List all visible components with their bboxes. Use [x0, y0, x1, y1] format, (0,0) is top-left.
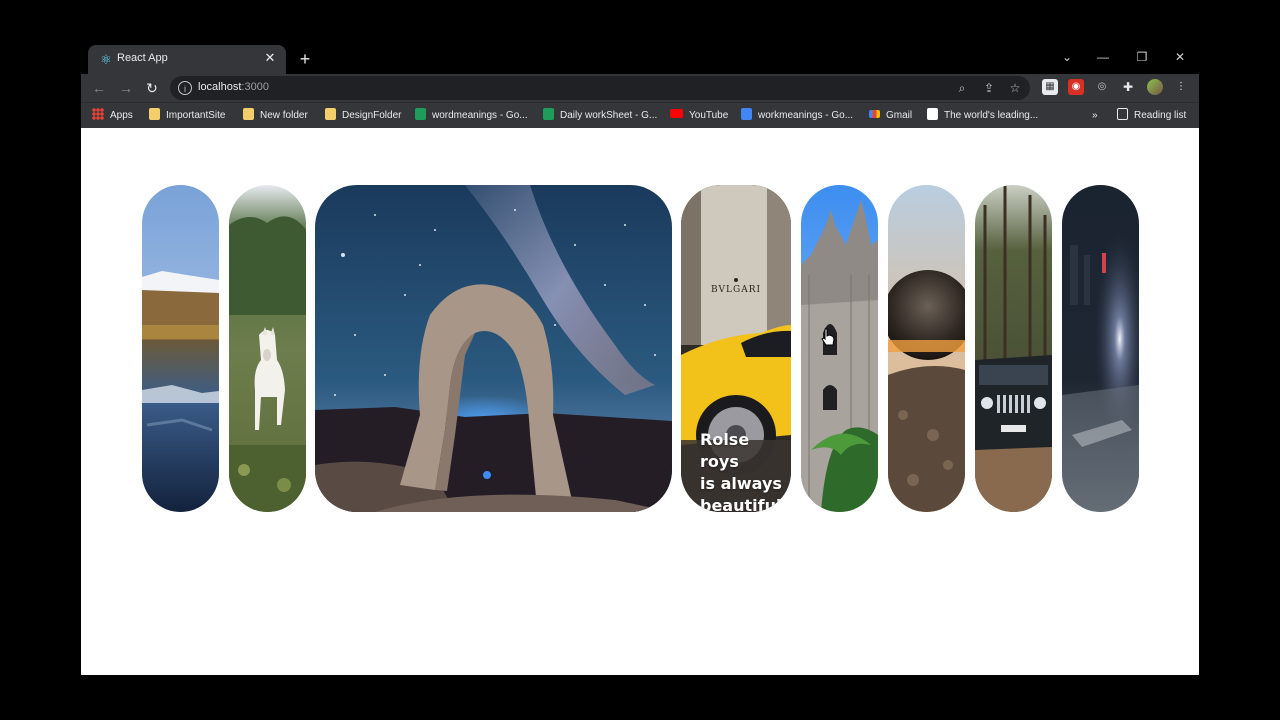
extension-target-icon[interactable]: ◎	[1094, 79, 1110, 95]
browser-toolbar: ← → ↻ i localhost:3000 ⌕ ⇪ ☆ ▦ ◉ ◎ ✚ ⋮	[81, 74, 1199, 102]
browser-window: ⚛ React App ✕ + ⌄ — ❐ ✕ ← → ↻ i localhos…	[81, 40, 1199, 675]
close-window-icon[interactable]: ✕	[1168, 48, 1192, 66]
forward-arrow-icon[interactable]: →	[116, 78, 136, 98]
crystal-ball-image	[888, 185, 965, 512]
milky-way-arch-image	[315, 185, 672, 512]
extension-red-icon[interactable]: ◉	[1068, 79, 1084, 95]
gallery-card-crystal-ball[interactable]	[888, 185, 965, 512]
restore-icon[interactable]: ❐	[1130, 48, 1154, 66]
bookmark-designfolder[interactable]: DesignFolder	[325, 108, 401, 124]
bookmark-star-icon[interactable]: ☆	[1006, 79, 1024, 97]
new-tab-button[interactable]: +	[295, 49, 315, 69]
sheets-icon	[543, 108, 554, 120]
tab-title: React App	[117, 52, 168, 64]
site-info-icon[interactable]: i	[178, 81, 192, 95]
lake-mountain-image	[142, 185, 219, 512]
bookmarks-bar: Apps ImportantSite New folder DesignFold…	[81, 102, 1199, 128]
bookmark-youtube[interactable]: YouTube	[670, 108, 728, 124]
hand-pointer-cursor-icon	[821, 328, 835, 346]
jeep-forest-image	[975, 185, 1052, 512]
close-tab-icon[interactable]: ✕	[262, 50, 278, 66]
bookmarks-overflow-button[interactable]: »	[1092, 108, 1098, 124]
extension-grid-icon[interactable]: ▦	[1042, 79, 1058, 95]
tab-strip: ⚛ React App ✕ + ⌄ — ❐ ✕	[81, 40, 1199, 74]
gallery-card-jeep-forest[interactable]	[975, 185, 1052, 512]
gallery-card-gothic-cathedral[interactable]	[801, 185, 878, 512]
react-logo-icon: ⚛	[100, 52, 112, 67]
reload-icon[interactable]: ↻	[142, 78, 162, 98]
gallery-card-yellow-sports-car[interactable]: BVLGARI Rolse roys is always beautiful	[681, 185, 791, 512]
caption-line-2: is always	[700, 474, 782, 493]
folder-icon	[243, 108, 254, 120]
bookmark-daily-worksheet[interactable]: Daily workSheet - G...	[543, 108, 657, 124]
tab-search-chevron-icon[interactable]: ⌄	[1055, 48, 1079, 66]
caption-line-1: Rolse roys	[700, 430, 750, 471]
bookmark-importantsite[interactable]: ImportantSite	[149, 108, 225, 124]
bvlgari-sign: BVLGARI	[711, 285, 761, 295]
sheets-icon	[415, 108, 426, 120]
bookmark-github[interactable]: The world's leading...	[927, 108, 1038, 124]
url-text: localhost:3000	[198, 81, 269, 93]
extensions-puzzle-icon[interactable]: ✚	[1120, 79, 1136, 95]
back-arrow-icon[interactable]: ←	[89, 78, 109, 98]
white-horse-image	[229, 185, 306, 512]
bookmark-workmeanings[interactable]: workmeanings - Go...	[741, 108, 853, 124]
bookmark-gmail[interactable]: Gmail	[869, 108, 912, 124]
address-bar[interactable]: i localhost:3000 ⌕ ⇪ ☆	[170, 76, 1030, 100]
apps-grid-icon	[92, 108, 104, 120]
bookmark-apps[interactable]: Apps	[92, 108, 133, 124]
gothic-cathedral-image	[801, 185, 878, 512]
zoom-icon[interactable]: ⌕	[953, 79, 971, 97]
reading-list-button[interactable]: Reading list	[1117, 108, 1186, 124]
github-icon	[927, 108, 938, 120]
menu-kebab-icon[interactable]: ⋮	[1173, 79, 1189, 95]
caption-line-3: beautiful	[700, 496, 782, 512]
gallery-card-night-street[interactable]	[1062, 185, 1139, 512]
page-content: BVLGARI Rolse roys is always beautiful	[81, 128, 1199, 675]
gallery-card-milky-way-arch[interactable]	[315, 185, 672, 512]
tab-react-app[interactable]: ⚛ React App ✕	[88, 45, 286, 74]
docs-icon	[741, 108, 752, 120]
bookmark-wordmeanings[interactable]: wordmeanings - Go...	[415, 108, 528, 124]
gallery-card-white-horse[interactable]	[229, 185, 306, 512]
folder-icon	[149, 108, 160, 120]
bookmark-new-folder[interactable]: New folder	[243, 108, 308, 124]
car-caption: Rolse roys is always beautiful	[700, 429, 791, 512]
youtube-icon	[670, 109, 683, 118]
folder-icon	[325, 108, 336, 120]
gmail-icon	[869, 110, 880, 118]
minimize-icon[interactable]: —	[1091, 48, 1115, 66]
profile-avatar[interactable]	[1147, 79, 1163, 95]
share-icon[interactable]: ⇪	[980, 79, 998, 97]
reading-list-icon	[1117, 108, 1128, 120]
night-street-image	[1062, 185, 1139, 512]
gallery-card-lake-mountain[interactable]	[142, 185, 219, 512]
